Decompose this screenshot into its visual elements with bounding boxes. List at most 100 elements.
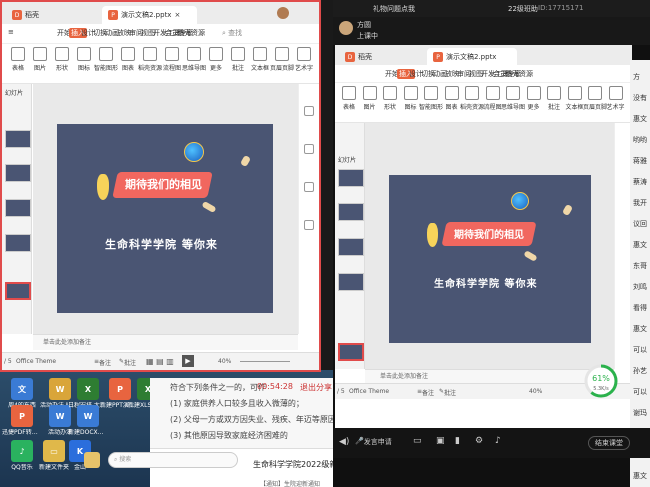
notes-area[interactable]: 单击此处添加备注 xyxy=(365,369,614,383)
comments-button[interactable]: ✎ 批注 xyxy=(119,358,136,367)
gift-link[interactable]: 礼物问题点我 xyxy=(373,4,415,14)
progress-label: 61% xyxy=(592,374,610,383)
notes-button[interactable]: ≡ 备注 xyxy=(417,388,434,397)
tab-docer[interactable]: D 稻壳 xyxy=(339,48,378,66)
tool-icon xyxy=(424,86,438,100)
slide-subtitle: 生命科学学院 等你来 xyxy=(434,279,538,290)
tab-slides[interactable]: 幻灯片 xyxy=(338,155,356,164)
tool-icon xyxy=(526,86,541,100)
tab-document[interactable]: P 演示文稿2.pptx × xyxy=(102,6,197,24)
menu-icon[interactable]: ≡ xyxy=(8,28,14,36)
ppt-icon: P xyxy=(108,10,118,20)
view-icons[interactable]: ▦ ▤ ▥ xyxy=(146,357,174,366)
ribbon-tool[interactable]: 图片 xyxy=(28,47,52,72)
tool-icon[interactable] xyxy=(304,144,314,154)
settings-icon[interactable]: ⚙ xyxy=(475,436,483,446)
tab-document[interactable]: P 演示文稿2.pptx xyxy=(427,48,517,66)
file-icon: P xyxy=(11,405,33,427)
search-button[interactable]: ⌕ 查找 xyxy=(222,28,242,38)
notes-button[interactable]: ≡ 备注 xyxy=(94,358,111,367)
tab-slides[interactable]: 幻灯片 xyxy=(5,88,23,97)
camera-icon[interactable]: ▣ xyxy=(436,436,445,446)
ribbon-tool[interactable]: 图表 xyxy=(116,47,140,72)
slide-thumbnail-selected[interactable] xyxy=(5,282,31,300)
shared-screen: D 稻壳 P 演示文稿2.pptx 开始 插入 设计 切换 动画 放映 审阅 视图 开发工具 会员专享… xyxy=(335,45,632,428)
background-document: 符合下列条件之一的，可作 00:54:28 退出分享 (1) 家庭供养人口较多且… xyxy=(150,378,416,448)
slide[interactable]: 期待我们的相见 生命科学学院 等你来 xyxy=(57,124,273,313)
tool-icon[interactable] xyxy=(304,220,314,230)
menu-item[interactable]: 稻壳资源 xyxy=(177,28,205,38)
tool-icon xyxy=(403,86,418,100)
tool-label: 更多 xyxy=(209,65,222,72)
ribbon-tool[interactable]: 页眉页脚 xyxy=(270,47,294,72)
tool-icon xyxy=(165,47,179,61)
network-speed: 5.3K/s xyxy=(593,386,609,392)
apply-speak-button[interactable]: 🎤 发言申请 xyxy=(355,437,392,446)
slide-thumbnail[interactable] xyxy=(5,164,31,182)
mic-icon[interactable]: ▮ xyxy=(455,436,460,446)
menu-item[interactable]: 稻壳资源 xyxy=(505,69,533,79)
ribbon-tool[interactable]: 稻壳资源 xyxy=(138,47,162,72)
meeting-controls: ◀) 🎤 发言申请 ▭ ▣ ▮ ⚙ ♪ 结束课堂 xyxy=(333,428,650,458)
zoom-slider[interactable] xyxy=(240,361,290,362)
ribbon-tool[interactable]: 思维导图 xyxy=(182,47,206,72)
tool-icon xyxy=(231,47,245,61)
ribbon-tool[interactable]: 文本框 xyxy=(248,47,272,72)
tool-icon xyxy=(209,47,223,61)
tool-label: 批注 xyxy=(231,65,244,72)
screen-share-icon[interactable]: ▭ xyxy=(413,436,422,446)
ribbon-tool[interactable]: 智能图形 xyxy=(94,47,118,72)
slide-thumbnail[interactable] xyxy=(5,234,31,252)
tool-icon xyxy=(187,47,201,61)
chat-line: 可以 xyxy=(633,388,647,396)
slide-thumbnail[interactable] xyxy=(338,169,364,187)
tool-label: 思维导图 xyxy=(182,65,207,72)
desktop-icon[interactable]: W 新建DOCX文档 xyxy=(68,405,108,436)
class-name: 22级班助 xyxy=(508,5,538,13)
music-icon[interactable]: ♪ xyxy=(495,436,501,446)
play-icon[interactable]: ▶ xyxy=(182,355,194,367)
user-avatar[interactable] xyxy=(277,7,289,19)
slide-title: 期待我们的相见 xyxy=(454,230,524,241)
slide-thumbnail[interactable] xyxy=(338,203,364,221)
exit-share-button[interactable]: 退出分享 xyxy=(300,382,332,393)
search-input[interactable]: ⌕ 搜索 xyxy=(108,452,238,468)
file-icon: 文 xyxy=(11,378,33,400)
chat-line: 看得 xyxy=(633,304,647,312)
close-icon[interactable]: × xyxy=(174,11,180,19)
notes-area[interactable]: 单击此处添加备注 xyxy=(33,334,298,350)
ribbon-tool[interactable]: 批注 xyxy=(226,47,250,72)
ribbon-tool[interactable]: 表格 xyxy=(6,47,30,72)
tool-label: 艺术字 xyxy=(294,65,313,72)
speaker-icon[interactable]: ◀) xyxy=(339,437,349,447)
slide[interactable]: 期待我们的相见 生命科学学院 等你来 xyxy=(389,175,591,343)
slide-thumbnail[interactable] xyxy=(338,273,364,291)
tool-icon[interactable] xyxy=(304,106,314,116)
ribbon-tool[interactable]: 流程图 xyxy=(160,47,184,72)
slide-thumbnail[interactable] xyxy=(5,130,31,148)
ribbon-tool[interactable]: 艺术字 xyxy=(604,86,628,111)
ribbon-tool[interactable]: 图标 xyxy=(72,47,96,72)
ribbon-tool[interactable]: 艺术字 xyxy=(292,47,316,72)
tool-icon xyxy=(506,86,520,100)
desktop-icon[interactable]: P 迅捷PDF转Word xyxy=(2,405,42,436)
chat-line: 惠文 xyxy=(633,325,647,333)
pill-icon xyxy=(561,203,574,217)
leave-button[interactable]: 结束课堂 xyxy=(588,436,630,450)
tool-label: 表格 xyxy=(342,104,355,111)
comments-button[interactable]: ✎ 批注 xyxy=(439,388,456,397)
tool-icon[interactable] xyxy=(304,182,314,192)
tab-docer[interactable]: D 稻壳 xyxy=(6,6,45,24)
tab-bar: D 稻壳 P 演示文稿2.pptx xyxy=(335,45,632,66)
ribbon-tool[interactable]: 更多 xyxy=(204,47,228,72)
doc-line: 符合下列条件之一的，可作 xyxy=(170,383,266,392)
slide-thumbnail[interactable] xyxy=(5,199,31,217)
chat-line: 议回 xyxy=(633,220,647,228)
slide-thumbnail-selected[interactable] xyxy=(338,343,364,361)
tool-icon xyxy=(253,47,267,61)
slide-thumbnail[interactable] xyxy=(338,238,364,256)
tool-icon xyxy=(121,47,135,61)
ribbon-tool[interactable]: 形状 xyxy=(50,47,74,72)
chat-line: 可以 xyxy=(633,346,647,354)
ribbon-toolbar: 表格 图片 形状 图标 智能图形 图表 稻壳资源 流程图 思维导图 更多 批注 文本框 页眉页脚 艺术字 xyxy=(2,44,319,84)
